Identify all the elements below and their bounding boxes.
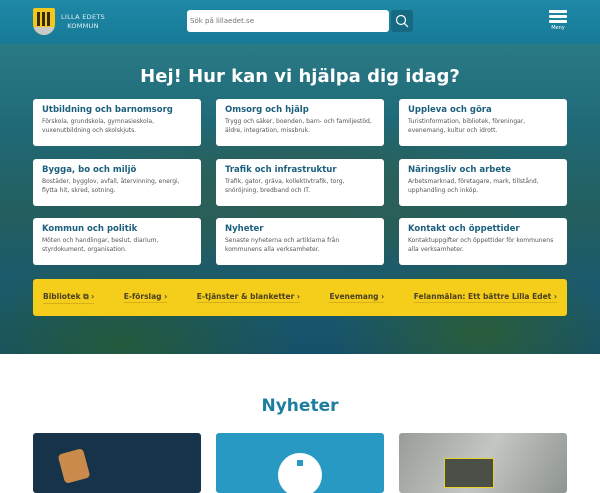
logo-line1: LILLA EDETS xyxy=(61,12,106,21)
category-card-desc: Trygg och säker, boenden, barn- och fami… xyxy=(225,118,372,134)
category-card-title: Kontakt och öppettider xyxy=(408,224,520,234)
category-card-desc: Förskola, grundskola, gymnasieskola, vux… xyxy=(42,118,154,134)
category-card[interactable]: Näringsliv och arbete Arbetsmarknad, före… xyxy=(399,159,567,206)
category-card[interactable]: Omsorg och hjälp Trygg och säker, boenden… xyxy=(216,99,384,146)
hamburger-icon xyxy=(548,10,568,23)
news-card-map[interactable] xyxy=(399,433,567,493)
category-card-title: Nyheter xyxy=(225,224,264,234)
logo[interactable]: LILLA EDETS KOMMUN xyxy=(33,8,105,35)
quick-links-bar: Bibliotek ⧉ › E-förslag › E-tjänster & b… xyxy=(33,279,567,316)
category-card-desc: Kontaktuppgifter och öppettider för komm… xyxy=(408,237,554,253)
quick-link-e-tjanster[interactable]: E-tjänster & blanketter › xyxy=(196,292,300,303)
category-card-desc: Arbetsmarknad, företagare, mark, tillstå… xyxy=(408,178,539,194)
category-card-title: Kommun och politik xyxy=(42,224,138,234)
search-icon xyxy=(395,14,409,28)
category-card-title: Omsorg och hjälp xyxy=(225,105,309,115)
map-area-outline xyxy=(444,458,494,488)
menu-label: Meny xyxy=(551,25,565,31)
search-input[interactable] xyxy=(187,10,389,32)
category-card-desc: Turistinformation, bibliotek, föreningar… xyxy=(408,118,526,134)
news-heading: Nyheter xyxy=(261,396,339,416)
category-card[interactable]: Bygga, bo och miljö Bostäder, bygglov, av… xyxy=(33,159,201,206)
quick-link-evenemang[interactable]: Evenemang › xyxy=(329,292,385,303)
search-button[interactable] xyxy=(391,10,413,32)
category-card-title: Näringsliv och arbete xyxy=(408,165,511,175)
quick-link-felanmalan[interactable]: Felanmälan: Ett bättre Lilla Edet › xyxy=(413,292,557,303)
category-card-desc: Möten och handlingar, beslut, diarium, s… xyxy=(42,237,159,253)
category-card[interactable]: Uppleva och göra Turistinformation, bibli… xyxy=(399,99,567,146)
site-header: LILLA EDETSKOMMUN Meny xyxy=(0,0,600,44)
logo-line2: KOMMUN xyxy=(67,21,99,30)
category-card-title: Uppleva och göra xyxy=(408,105,492,115)
category-card[interactable]: Kommun och politik Möten och handlingar, … xyxy=(33,218,201,265)
category-card[interactable]: Utbildning och barnomsorg Förskola, grund… xyxy=(33,99,201,146)
gavel-icon xyxy=(57,448,91,484)
news-card-info[interactable] xyxy=(216,433,384,493)
quick-link-e-forslag[interactable]: E-förslag › xyxy=(123,292,168,303)
news-card-gavel[interactable] xyxy=(33,433,201,493)
category-card-title: Trafik och infrastruktur xyxy=(225,165,337,175)
category-card-title: Bygga, bo och miljö xyxy=(42,165,137,175)
category-card-desc: Trafik, gator, gräva, kollektivtrafik, t… xyxy=(225,178,345,194)
category-card[interactable]: Kontakt och öppettider Kontaktuppgifter o… xyxy=(399,218,567,265)
coat-of-arms-icon xyxy=(33,8,55,35)
category-card-desc: Senaste nyheterna och artiklarna från ko… xyxy=(225,237,340,253)
info-icon xyxy=(278,453,322,493)
hero-title: Hej! Hur kan vi hjälpa dig idag? xyxy=(140,66,460,87)
category-card[interactable]: Nyheter Senaste nyheterna och artiklarna … xyxy=(216,218,384,265)
quick-link-bibliotek[interactable]: Bibliotek ⧉ › xyxy=(43,292,95,304)
menu-button[interactable]: Meny xyxy=(548,10,568,31)
category-card[interactable]: Trafik och infrastruktur Trafik, gator, g… xyxy=(216,159,384,206)
category-card-desc: Bostäder, bygglov, avfall, återvinning, … xyxy=(42,178,180,194)
hero: Hej! Hur kan vi hjälpa dig idag? Utbildn… xyxy=(0,44,600,354)
category-card-title: Utbildning och barnomsorg xyxy=(42,105,173,115)
